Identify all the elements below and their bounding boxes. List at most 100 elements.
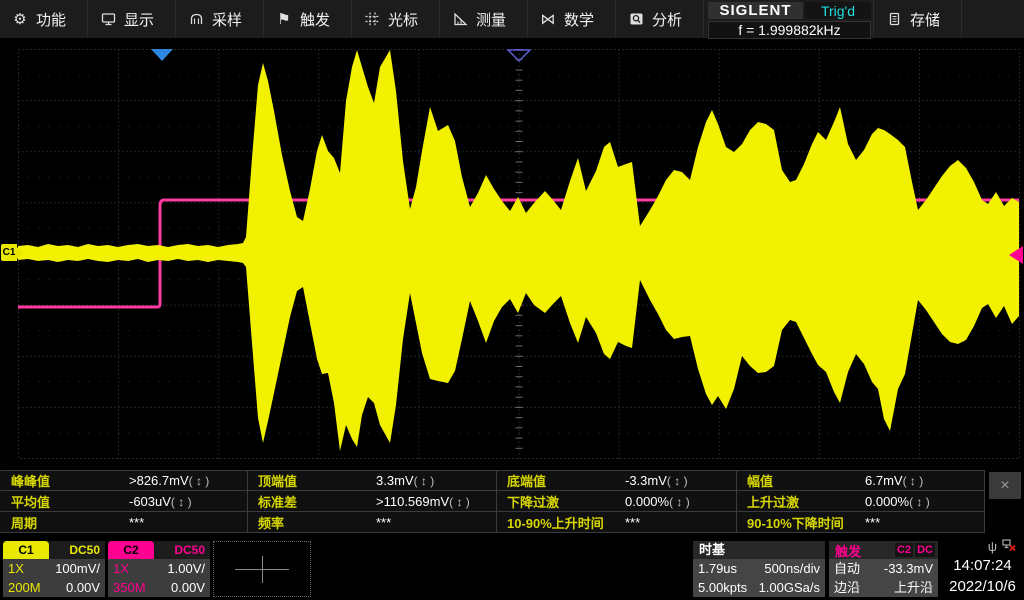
clock-date: 2022/10/6 — [941, 576, 1024, 597]
menu-item-storage[interactable]: 存储 — [874, 0, 962, 38]
measurement-value: >110.569mV( ↕ ) — [376, 494, 470, 509]
trigger-coupling-badge: DC — [915, 543, 935, 557]
measurement-cell[interactable]: 频率*** — [248, 512, 497, 533]
measurement-label: 峰峰值 — [11, 471, 50, 490]
usb-icon: ψ — [988, 540, 997, 554]
statistics-toggle-icon: ( ↕ ) — [171, 495, 192, 509]
storage-icon — [885, 12, 903, 26]
statistics-toggle-icon: ( ↕ ) — [903, 474, 924, 488]
menu-item-label: 测量 — [476, 9, 506, 30]
menu-item-function[interactable]: ⚙ 功能 — [0, 0, 88, 38]
menu-item-label: 采样 — [212, 9, 242, 30]
measurement-value: 3.3mV( ↕ ) — [376, 473, 434, 488]
measurement-label: 平均值 — [11, 492, 50, 511]
menu-item-label: 光标 — [388, 9, 418, 30]
measurement-cell[interactable]: 10-90%上升时间*** — [497, 512, 737, 533]
timebase-delay: 1.79us — [698, 559, 737, 578]
measurement-cell[interactable]: 幅值6.7mV( ↕ ) — [737, 470, 985, 491]
measurement-label: 下降过激 — [507, 492, 559, 511]
statistics-toggle-icon: ( ↕ ) — [667, 474, 688, 488]
menu-item-label: 分析 — [652, 9, 682, 30]
trigger-slope: 上升沿 — [894, 578, 933, 597]
timebase-title: 时基 — [693, 541, 825, 559]
waveform-area[interactable]: C1 — [0, 40, 1024, 470]
measurement-value: 0.000%( ↕ ) — [625, 494, 690, 509]
menu-item-label: 显示 — [124, 9, 154, 30]
c1-channel-marker[interactable]: C1 — [1, 244, 17, 261]
channel-scale: 100mV/ — [55, 559, 100, 578]
channel-coupling: DC50 — [49, 541, 105, 559]
measurement-value: 0.000%( ↕ ) — [865, 494, 930, 509]
menu-item-analysis[interactable]: 分析 — [616, 0, 704, 38]
measurement-label: 幅值 — [747, 471, 773, 490]
ruler-icon — [451, 12, 469, 26]
menu-item-trigger[interactable]: ⚑ 触发 — [264, 0, 352, 38]
measurement-cell[interactable]: 顶端值3.3mV( ↕ ) — [248, 470, 497, 491]
trigger-frequency-readout: f = 1.999882kHz — [708, 21, 871, 39]
menu-item-label: 数学 — [564, 9, 594, 30]
menu-item-acquire[interactable]: 采样 — [176, 0, 264, 38]
status-bar: C2DC501X1.00V/350M0.00VC1DC501X100mV/200… — [0, 538, 1024, 600]
measurement-label: 上升过激 — [747, 492, 799, 511]
measurement-cell[interactable]: 周期*** — [0, 512, 248, 533]
trigger-status-badge: Trig'd — [805, 2, 871, 19]
statistics-toggle-icon: ( ↕ ) — [449, 495, 470, 509]
menubar-filler — [962, 0, 1024, 38]
channel-box-c2[interactable]: C2DC501X1.00V/350M0.00V — [108, 541, 210, 597]
menu-item-measure[interactable]: 测量 — [440, 0, 528, 38]
trigger-mode: 自动 — [834, 559, 860, 578]
measurement-cell[interactable]: 峰峰值 >826.7mV( ↕ ) — [0, 470, 248, 491]
measurement-cell[interactable]: 底端值-3.3mV( ↕ ) — [497, 470, 737, 491]
menu-item-label: 触发 — [300, 9, 330, 30]
measurement-label: 90-10%下降时间 — [747, 513, 844, 532]
math-icon: ⋈ — [539, 10, 557, 28]
channel-box-c1[interactable]: C1DC501X100mV/200M0.00V — [3, 541, 105, 597]
menu-item-math[interactable]: ⋈ 数学 — [528, 0, 616, 38]
channel-tab[interactable]: C2 — [108, 541, 154, 559]
gear-icon: ⚙ — [11, 10, 29, 28]
channel-coupling: DC50 — [154, 541, 210, 559]
measurement-value: *** — [625, 515, 640, 530]
measurement-cell[interactable]: 上升过激 0.000%( ↕ ) — [737, 491, 985, 512]
menu-bar: ⚙ 功能 显示 采样 ⚑ 触发 光标 测量 ⋈ 数学 分析 SIGLENT Trig'd f = 1… — [0, 0, 1024, 40]
measurement-value: *** — [376, 515, 391, 530]
trigger-type: 边沿 — [834, 578, 860, 597]
channel-offset: 0.00V — [66, 578, 100, 597]
trigger-panel[interactable]: 触发 C2 DC 自动 -33.3mV 边沿 上升沿 — [829, 541, 938, 597]
measurement-value: *** — [865, 515, 880, 530]
channel-probe: 1X — [113, 559, 129, 578]
statistics-toggle-icon: ( ↕ ) — [669, 495, 690, 509]
oscilloscope-screen: ⚙ 功能 显示 采样 ⚑ 触发 光标 测量 ⋈ 数学 分析 SIGLENT Trig'd f = 1… — [0, 0, 1024, 600]
measurement-cell[interactable]: 下降过激 0.000%( ↕ ) — [497, 491, 737, 512]
statistics-toggle-icon: ( ↕ ) — [414, 474, 435, 488]
timebase-sample-rate: 1.00GSa/s — [759, 578, 820, 597]
menu-item-cursors[interactable]: 光标 — [352, 0, 440, 38]
close-measurements-button[interactable]: × — [989, 472, 1021, 499]
flag-icon: ⚑ — [275, 10, 293, 28]
c1-channel-marker-label: C1 — [3, 247, 16, 258]
waveform-display[interactable] — [0, 40, 1024, 470]
measurement-cell[interactable]: 标准差>110.569mV( ↕ ) — [248, 491, 497, 512]
menu-item-label: 功能 — [36, 9, 66, 30]
menu-item-display[interactable]: 显示 — [88, 0, 176, 38]
add-channel-button[interactable] — [213, 541, 311, 597]
cursor-icon — [363, 12, 381, 26]
plus-icon — [262, 556, 263, 583]
timebase-panel[interactable]: 时基 1.79us 500ns/div 5.00kpts 1.00GSa/s — [693, 541, 825, 597]
lan-disconnected-icon — [1002, 538, 1016, 557]
measurement-cell[interactable]: 90-10%下降时间 *** — [737, 512, 985, 533]
trigger-source-badge: C2 — [895, 543, 913, 557]
sampling-icon — [187, 12, 205, 26]
measurement-value: >826.7mV( ↕ ) — [129, 473, 209, 488]
clock-panel: ψ 14:07:24 2022/10/6 — [941, 539, 1024, 597]
logo-panel: SIGLENT Trig'd f = 1.999882kHz — [704, 0, 874, 38]
statistics-toggle-icon: ( ↕ ) — [189, 474, 210, 488]
channel-tab[interactable]: C1 — [3, 541, 49, 559]
trigger-position-marker[interactable] — [151, 49, 173, 61]
measurement-close-zone: × — [985, 470, 1024, 533]
measurement-label: 底端值 — [507, 471, 546, 490]
trigger-level: -33.3mV — [884, 559, 933, 578]
timebase-samples: 5.00kpts — [698, 578, 747, 597]
measurement-cell[interactable]: 平均值-603uV( ↕ ) — [0, 491, 248, 512]
channel-offset: 0.00V — [171, 578, 205, 597]
